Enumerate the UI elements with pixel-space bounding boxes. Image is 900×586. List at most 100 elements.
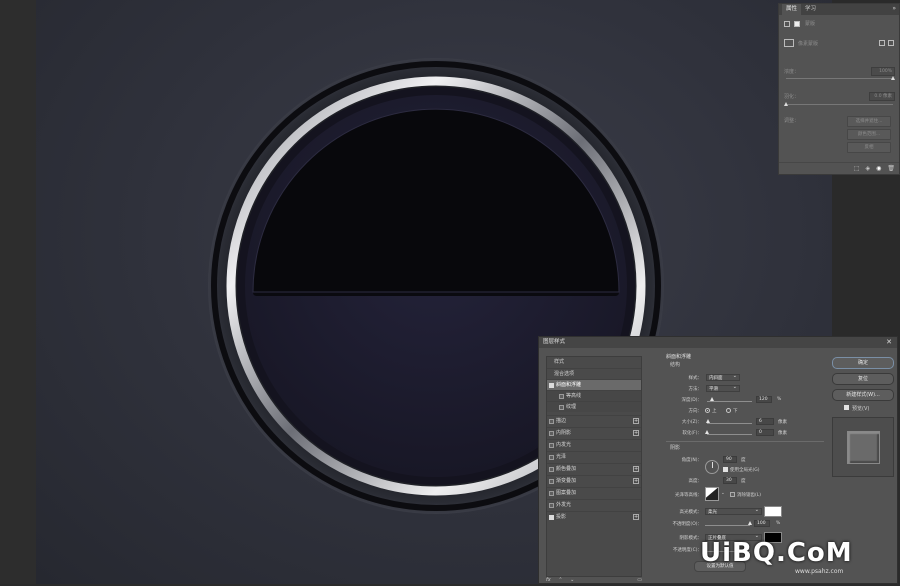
global-light-checkbox[interactable] <box>723 467 728 472</box>
trash-icon[interactable]: ▭ <box>637 577 642 583</box>
size-input[interactable]: 6 <box>756 418 774 425</box>
dialog-title: 图层样式 <box>543 339 566 345</box>
selection-mask-icon[interactable] <box>784 20 790 27</box>
outer-glow-checkbox[interactable] <box>549 503 554 508</box>
watermark-url: www.psahz.com <box>795 568 844 575</box>
angle-dial-icon[interactable] <box>705 460 719 474</box>
direction-up-label: 上 <box>712 409 717 414</box>
satin-checkbox[interactable] <box>549 455 554 460</box>
size-slider[interactable] <box>707 423 752 424</box>
depth-slider-thumb[interactable] <box>710 397 715 401</box>
pixel-mask-label: 像素蒙版 <box>798 40 819 47</box>
soften-slider-thumb[interactable] <box>705 430 709 434</box>
inner-shadow-checkbox[interactable] <box>549 431 554 436</box>
color-range-button[interactable]: 颜色范围... <box>847 129 891 140</box>
list-item-contour[interactable]: 等高线 <box>547 390 641 401</box>
altitude-unit: 度 <box>741 479 746 484</box>
reset-button[interactable]: 复位 <box>832 373 894 385</box>
list-item-styles[interactable]: 样式 <box>547 357 641 368</box>
list-item-gradient-overlay[interactable]: 渐变叠加 + <box>547 475 641 486</box>
list-item-texture[interactable]: 纹理 <box>547 401 641 412</box>
angle-label: 角度(N)： <box>681 458 702 463</box>
add-color-overlay-icon[interactable]: + <box>633 466 639 472</box>
soften-input[interactable]: 0 <box>756 429 774 436</box>
visibility-eye-icon[interactable]: ◉ <box>876 165 881 172</box>
select-and-mask-button[interactable]: 选择并遮住... <box>847 116 891 127</box>
add-pixel-mask-icon[interactable] <box>879 40 885 46</box>
direction-up-radio[interactable] <box>705 408 710 413</box>
add-drop-shadow-icon[interactable]: + <box>633 514 639 520</box>
color-overlay-checkbox[interactable] <box>549 467 554 472</box>
list-item-pattern-overlay[interactable]: 图案叠加 <box>547 487 641 498</box>
new-style-button[interactable]: 新建样式(W)... <box>832 389 894 401</box>
pattern-overlay-checkbox[interactable] <box>549 491 554 496</box>
add-inner-shadow-icon[interactable]: + <box>633 430 639 436</box>
add-stroke-icon[interactable]: + <box>633 418 639 424</box>
soften-slider[interactable] <box>707 434 752 435</box>
close-icon[interactable]: ✕ <box>886 337 892 348</box>
feather-slider[interactable] <box>784 102 893 106</box>
style-select[interactable]: 内斜面 <box>706 373 740 381</box>
invert-button[interactable]: 反相 <box>847 142 891 153</box>
highlight-opacity-input[interactable]: 100 <box>754 520 770 527</box>
highlight-color-swatch[interactable] <box>764 506 782 517</box>
tab-properties[interactable]: 属性 <box>782 4 802 15</box>
delete-mask-icon[interactable]: 🗑 <box>887 165 895 172</box>
list-item-label: 外发光 <box>556 502 572 508</box>
highlight-mode-select[interactable]: 柔光 <box>705 507 762 515</box>
list-item-outer-glow[interactable]: 外发光 <box>547 499 641 510</box>
fx-icon[interactable]: fx <box>546 577 551 583</box>
contour-checkbox[interactable] <box>559 394 564 399</box>
list-item-satin[interactable]: 光泽 <box>547 451 641 462</box>
list-item-inner-glow[interactable]: 内发光 <box>547 439 641 450</box>
size-slider-thumb[interactable] <box>706 419 710 423</box>
depth-slider[interactable] <box>707 401 752 402</box>
list-item-bevel-emboss[interactable]: 斜面和浮雕 <box>547 379 641 390</box>
pixel-mask-thumb-icon <box>784 39 794 47</box>
altitude-input[interactable]: 30 <box>723 477 737 484</box>
antialias-checkbox[interactable] <box>730 492 735 497</box>
panel-menu-icon[interactable]: » <box>892 5 896 12</box>
texture-checkbox[interactable] <box>559 405 564 410</box>
highlight-opacity-slider[interactable] <box>705 525 750 526</box>
inner-glow-checkbox[interactable] <box>549 443 554 448</box>
load-selection-icon[interactable]: ⬚ <box>854 165 860 172</box>
list-item-stroke[interactable]: 描边 + <box>547 415 641 426</box>
gloss-contour-preview[interactable] <box>705 487 719 501</box>
move-up-icon[interactable]: ⌃ <box>558 577 562 583</box>
add-gradient-overlay-icon[interactable]: + <box>633 478 639 484</box>
depth-input[interactable]: 120 <box>756 396 772 403</box>
layer-mask-icon[interactable] <box>794 20 800 27</box>
styles-list: 样式 混合选项 斜面和浮雕 等高线 纹理 描边 + 内阴影 + 内发光 光泽 颜色叠… <box>546 356 642 577</box>
density-value[interactable]: 100% <box>871 67 895 76</box>
apply-mask-icon[interactable]: ◈ <box>866 165 871 172</box>
style-preview-swatch <box>847 431 880 464</box>
ok-button[interactable]: 确定 <box>832 357 894 369</box>
half-window-bottom-edge <box>253 292 619 296</box>
angle-input[interactable]: 90 <box>723 456 737 463</box>
add-vector-mask-icon[interactable] <box>888 40 894 46</box>
feather-slider-thumb[interactable] <box>784 102 788 106</box>
contour-dropdown-icon[interactable]: ⌄ <box>721 491 725 496</box>
direction-down-radio[interactable] <box>726 408 731 413</box>
drop-shadow-checkbox[interactable] <box>549 515 554 520</box>
density-slider-thumb[interactable] <box>891 76 895 80</box>
preview-checkbox[interactable] <box>844 405 849 410</box>
feather-value[interactable]: 0.0 像素 <box>869 92 895 101</box>
move-down-icon[interactable]: ⌄ <box>570 577 574 583</box>
list-item-label: 图案叠加 <box>556 490 577 496</box>
list-item-blending-options[interactable]: 混合选项 <box>547 368 641 379</box>
stroke-checkbox[interactable] <box>549 419 554 424</box>
technique-select[interactable]: 平滑 <box>706 384 740 392</box>
gradient-overlay-checkbox[interactable] <box>549 479 554 484</box>
density-slider[interactable] <box>786 76 895 80</box>
highlight-opacity-thumb[interactable] <box>748 521 752 525</box>
dialog-titlebar[interactable]: 图层样式 ✕ <box>539 337 897 348</box>
list-item-color-overlay[interactable]: 颜色叠加 + <box>547 463 641 474</box>
bevel-emboss-checkbox[interactable] <box>549 383 554 388</box>
list-item-drop-shadow[interactable]: 投影 + <box>547 511 641 522</box>
list-item-inner-shadow[interactable]: 内阴影 + <box>547 427 641 438</box>
tab-learn[interactable]: 学习 <box>801 4 820 15</box>
soften-label: 软化(F)： <box>682 431 702 436</box>
highlight-opacity-label: 不透明度(O)： <box>672 522 702 527</box>
